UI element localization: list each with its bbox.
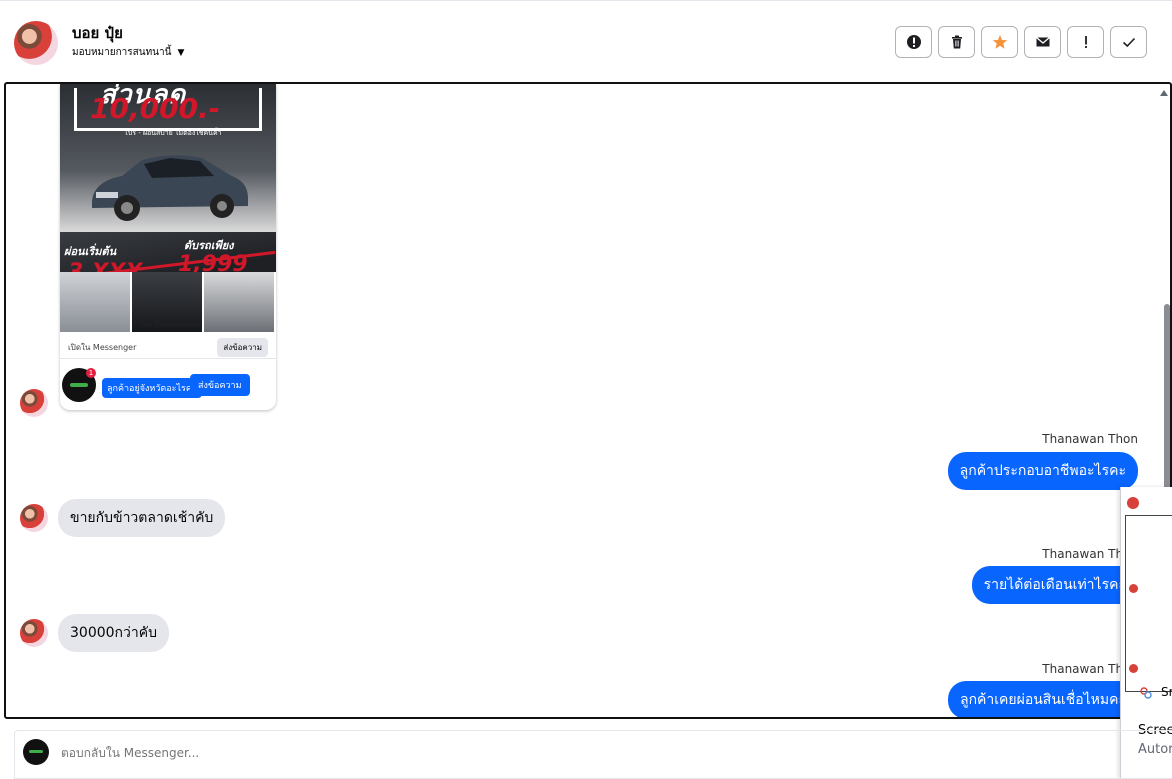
open-in-messenger-link[interactable]: เปิดใน Messenger <box>68 341 136 354</box>
page-logo <box>23 739 49 765</box>
outgoing-message[interactable]: ลูกค้าเคยผ่อนสินเชื่อไหมคะ <box>947 681 1138 717</box>
sender-avatar <box>20 504 48 532</box>
alert-circle-icon <box>906 35 921 49</box>
check-icon <box>1122 37 1135 48</box>
ad-question-chip[interactable]: ลูกค้าอยู่จังหวัดอะไรคะ <box>102 378 202 398</box>
assign-label: มอบหมายการสนทนานี้ <box>72 47 172 58</box>
ad-attachment-card[interactable]: ส่วนลด 10,000.- โปร - ผ่อนสบาย ไม่ต้องใช… <box>60 84 276 410</box>
scroll-up-arrow[interactable] <box>1160 90 1168 96</box>
conversation-toolbar <box>895 26 1147 58</box>
overlay-ai-label[interactable]: Sr <box>1161 685 1172 699</box>
alert-circle-button[interactable] <box>895 26 932 58</box>
reply-composer <box>14 730 1172 779</box>
mark-done-button[interactable] <box>1110 26 1147 58</box>
star-icon <box>992 35 1007 49</box>
outgoing-message[interactable]: ลูกค้าประกอบอาชีพอะไรคะ <box>947 452 1138 490</box>
exclamation-icon <box>1084 36 1087 48</box>
ad-footer: เปิดใน Messenger ส่งข้อความ <box>60 334 276 359</box>
ad-question-row: 1 ลูกค้าอยู่จังหวัดอะไรคะ ส่งข้อความ <box>60 360 276 402</box>
car-image <box>92 155 248 221</box>
star-button[interactable] <box>981 26 1018 58</box>
mini-preview <box>1125 515 1172 692</box>
sparkle-icon <box>1140 687 1152 699</box>
mini-avatar <box>1129 664 1138 673</box>
incoming-message[interactable]: ขายกับข้าวตลาดเช้าคับ <box>58 499 226 537</box>
sender-name: Thanawan Thon <box>1042 432 1138 446</box>
notification-badge: 1 <box>86 368 96 378</box>
contact-name[interactable]: บอย ปุ๋ย <box>72 21 123 45</box>
caret-down-icon: ▼ <box>177 48 185 58</box>
sender-avatar <box>20 619 48 647</box>
mail-icon <box>1035 37 1050 47</box>
delete-button[interactable] <box>938 26 975 58</box>
conversation-header: บอย ปุ๋ย มอบหมายการสนทนานี้ ▼ <box>0 0 1172 82</box>
incoming-message[interactable]: 30000กว่าคับ <box>58 614 169 652</box>
outgoing-message[interactable]: รายได้ต่อเดือนเท่าไรคะ <box>971 566 1138 604</box>
mark-important-button[interactable] <box>1067 26 1104 58</box>
mini-avatar <box>1127 497 1139 509</box>
ad-question-send-button[interactable]: ส่งข้อความ <box>190 374 250 396</box>
mail-button[interactable] <box>1024 26 1061 58</box>
contact-avatar[interactable] <box>14 21 58 65</box>
trash-icon <box>951 35 962 49</box>
ad-small-text: โปร - ผ่อนสบาย ไม่ต้องใช้คนค้ำ <box>124 129 222 137</box>
scrollbar-thumb[interactable] <box>1164 304 1170 504</box>
message-thread[interactable]: ส่วนลด 10,000.- โปร - ผ่อนสบาย ไม่ต้องใช… <box>4 82 1172 719</box>
ad-image: ส่วนลด 10,000.- โปร - ผ่อนสบาย ไม่ต้องใช… <box>60 84 276 332</box>
sender-avatar <box>20 389 48 417</box>
ad-label-down: ผ่อนเริ่มต้น <box>64 245 117 258</box>
ad-send-message-button[interactable]: ส่งข้อความ <box>217 338 268 357</box>
assign-conversation-dropdown[interactable]: มอบหมายการสนทนานี้ ▼ <box>72 45 184 60</box>
mini-avatar <box>1129 584 1138 593</box>
reply-input[interactable] <box>59 745 663 761</box>
ad-phone: โทร 0xx-xxx-xxxx <box>140 321 202 329</box>
ad-price: 10,000.- <box>90 92 221 125</box>
